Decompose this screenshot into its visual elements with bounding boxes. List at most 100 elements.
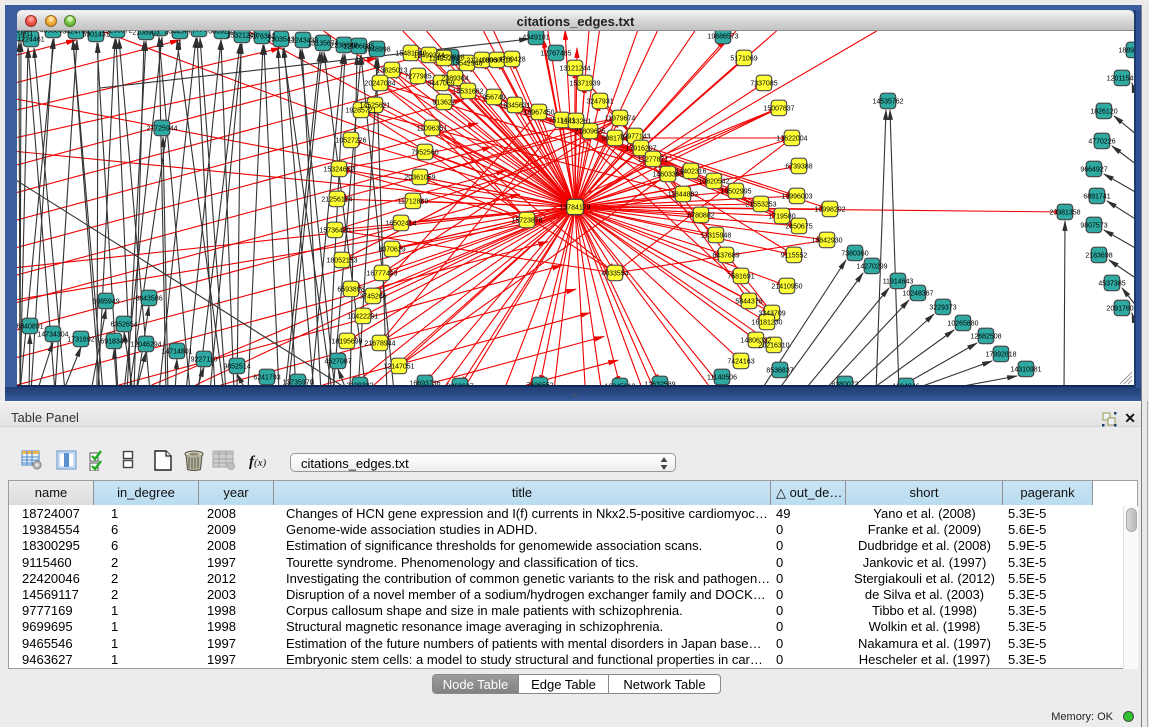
svg-text:4770226: 4770226 [1088,139,1115,146]
svg-text:13622004: 13622004 [776,136,807,143]
svg-text:20361059: 20361059 [404,175,435,182]
svg-text:1694046: 1694046 [892,384,919,386]
svg-text:11140506: 11140506 [707,375,737,382]
svg-text:15736420: 15736420 [319,228,350,235]
svg-text:4033554: 4033554 [601,271,628,278]
svg-text:11277871: 11277871 [638,157,669,164]
svg-text:18967450: 18967450 [523,110,554,117]
svg-text:15723878: 15723878 [511,218,542,225]
svg-text:19502995: 19502995 [720,189,751,196]
svg-text:11096351: 11096351 [417,126,448,133]
svg-text:4537385: 4537385 [1098,281,1125,288]
svg-text:15007837: 15007837 [763,106,794,113]
svg-text:20247084: 20247084 [364,81,395,88]
svg-text:8536837: 8536837 [766,368,793,375]
svg-text:5844378: 5844378 [735,299,762,306]
svg-text:19285721: 19285721 [345,108,376,115]
svg-text:7424163: 7424163 [727,359,754,366]
svg-text:4780428: 4780428 [498,57,525,64]
svg-text:913621: 913621 [432,100,455,107]
svg-text:21725944: 21725944 [146,126,177,133]
svg-text:21678944: 21678944 [364,341,395,348]
svg-text:20917609: 20917609 [1106,306,1134,313]
svg-text:4349181: 4349181 [522,35,549,42]
svg-text:9227110: 9227110 [191,357,218,364]
svg-text:7952560: 7952560 [411,150,438,157]
svg-text:15531662: 15531662 [452,89,483,96]
svg-text:7596552: 7596552 [526,383,553,386]
svg-text:13735970: 13735970 [282,380,313,386]
svg-text:7337085: 7337085 [750,81,777,88]
svg-text:4527087: 4527087 [324,359,351,366]
svg-text:1826120: 1826120 [1090,109,1117,116]
svg-text:18195699: 18195699 [331,339,362,346]
svg-text:13121244: 13121244 [559,66,590,73]
svg-text:1731692: 1731692 [67,337,94,344]
svg-text:12767485: 12767485 [540,51,571,58]
svg-text:8780882: 8780882 [687,213,714,220]
svg-text:17992818: 17992818 [985,352,1016,359]
svg-text:10977143: 10977143 [619,134,650,141]
svg-text:12147051: 12147051 [383,364,414,371]
svg-text:18052153: 18052153 [326,258,357,265]
svg-text:2450675: 2450675 [785,224,812,231]
svg-text:14310981: 14310981 [1010,367,1041,374]
svg-text:10248367: 10248367 [902,291,933,298]
svg-text:16842930: 16842930 [811,238,842,245]
svg-text:14270299: 14270299 [856,264,887,271]
svg-text:17916207: 17916207 [625,146,656,153]
svg-text:15371939: 15371939 [569,81,600,88]
svg-text:6891741: 6891741 [1083,194,1110,201]
svg-text:12011545: 12011545 [1107,76,1134,83]
svg-text:9807573: 9807573 [1080,223,1107,230]
svg-text:10998202: 10998202 [814,207,845,214]
svg-text:10527226: 10527226 [335,138,366,145]
svg-text:9664927: 9664927 [1080,167,1107,174]
svg-text:13825013: 13825013 [376,68,407,75]
svg-text:3343709: 3343709 [758,311,785,318]
svg-text:21256184: 21256184 [321,197,352,204]
svg-text:16693736: 16693736 [409,381,440,386]
svg-text:10422291: 10422291 [347,314,378,321]
svg-text:8843586: 8843586 [135,296,162,303]
svg-text:6840891: 6840891 [17,324,44,331]
svg-text:20381358: 20381358 [1049,210,1080,217]
svg-text:2199382: 2199382 [346,383,373,386]
svg-text:6739388: 6739388 [785,164,812,171]
svg-text:21553253: 21553253 [745,202,776,209]
svg-text:6918345: 6918345 [100,339,127,346]
svg-text:14402316: 14402316 [675,169,706,176]
svg-text:956749: 956749 [482,95,505,102]
svg-text:11315948: 11315948 [701,233,732,240]
svg-text:7277985: 7277985 [404,74,431,81]
svg-text:8070629: 8070629 [378,247,405,254]
svg-text:16777493: 16777493 [366,271,397,278]
svg-text:16181230: 16181230 [751,320,782,327]
svg-text:7581691: 7581691 [727,274,754,281]
svg-text:12682508: 12682508 [970,334,1001,341]
svg-text:7948998: 7948998 [363,47,390,54]
svg-text:10265880: 10265880 [947,321,978,328]
svg-text:3229373: 3229373 [929,305,956,312]
svg-text:16502414: 16502414 [385,221,416,228]
svg-text:5171069: 5171069 [730,56,757,63]
svg-text:1224461: 1224461 [17,37,44,44]
svg-text:8380073: 8380073 [831,382,858,386]
svg-text:3247931: 3247931 [586,99,613,106]
svg-text:8437689: 8437689 [712,253,739,260]
svg-text:14734304: 14734304 [37,332,68,339]
svg-text:1719580: 1719580 [768,214,795,221]
svg-text:2389364: 2389364 [441,76,468,83]
svg-text:21809625: 21809625 [574,129,605,136]
svg-text:19686573: 19686573 [707,34,738,41]
svg-text:11712889: 11712889 [398,199,429,206]
svg-text:7380360: 7380360 [841,251,868,258]
svg-text:19996003: 19996003 [781,194,812,201]
svg-text:12632589: 12632589 [644,382,675,386]
svg-text:11844882: 11844882 [668,192,699,199]
svg-text:2183698: 2183698 [1085,253,1112,260]
svg-text:11433261: 11433261 [561,119,592,126]
svg-text:14535762: 14535762 [872,99,903,106]
svg-text:14714801: 14714801 [161,349,192,356]
svg-text:6352654: 6352654 [110,322,137,329]
